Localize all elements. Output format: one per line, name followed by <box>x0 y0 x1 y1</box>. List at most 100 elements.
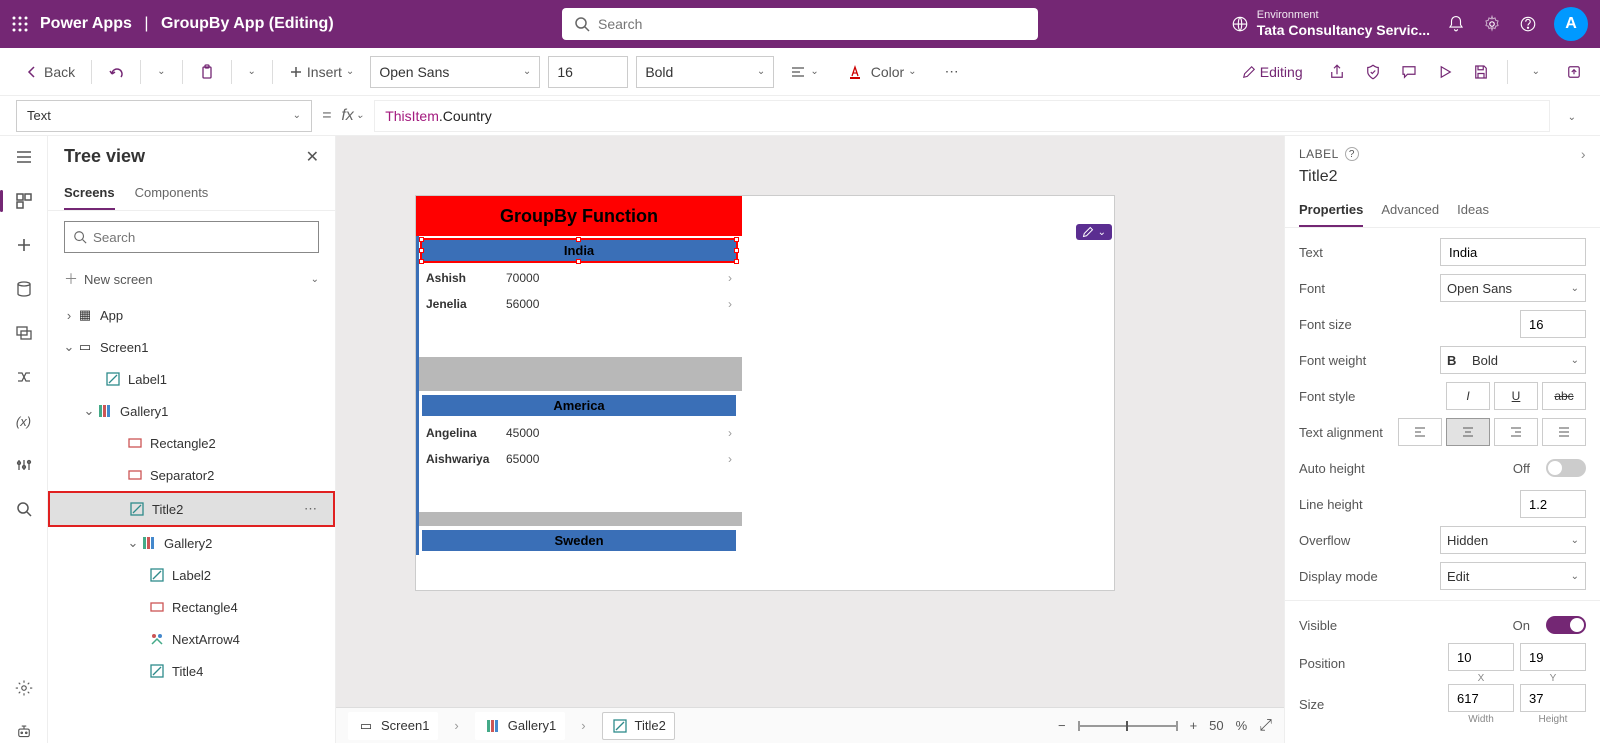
tree-search-input[interactable] <box>93 230 310 245</box>
info-icon[interactable]: ? <box>1345 147 1359 161</box>
variables-rail-icon[interactable]: (x) <box>13 410 35 432</box>
undo-more[interactable]: ⌄ <box>149 62 173 81</box>
prop-text-input[interactable] <box>1440 238 1586 266</box>
expand-panel-icon[interactable]: › <box>1581 146 1586 162</box>
property-dropdown[interactable]: Text ⌄ <box>16 100 312 132</box>
tab-screens[interactable]: Screens <box>64 177 115 210</box>
overflow-menu[interactable]: ⋯ <box>937 59 967 84</box>
tree-item-app[interactable]: ›▦App <box>48 299 335 331</box>
back-button[interactable]: Back <box>16 60 83 84</box>
insert-rail-icon[interactable] <box>13 234 35 256</box>
notifications-icon[interactable] <box>1446 14 1466 34</box>
zoom-slider[interactable] <box>1078 725 1178 727</box>
global-search-input[interactable] <box>598 16 1026 32</box>
tree-view-icon[interactable] <box>13 190 35 212</box>
paste-button[interactable] <box>191 60 223 84</box>
tab-ideas[interactable]: Ideas <box>1457 194 1489 227</box>
tab-advanced[interactable]: Advanced <box>1381 194 1439 227</box>
prop-displaymode-select[interactable]: Edit⌄ <box>1440 562 1586 590</box>
prop-overflow-select[interactable]: Hidden⌄ <box>1440 526 1586 554</box>
align-center-button[interactable] <box>1446 418 1490 446</box>
zoom-out[interactable]: − <box>1058 718 1066 733</box>
prop-visible-toggle[interactable] <box>1546 616 1586 634</box>
tree-item-title2[interactable]: Title2⋯ <box>50 493 333 525</box>
italic-button[interactable]: I <box>1446 382 1490 410</box>
group-title-india[interactable]: India <box>422 240 736 261</box>
media-rail-icon[interactable] <box>13 322 35 344</box>
tree-item-gallery1[interactable]: ⌄Gallery1 <box>48 395 335 427</box>
tab-properties[interactable]: Properties <box>1299 194 1363 227</box>
list-item[interactable]: Aishwariya65000› <box>416 446 742 472</box>
save-more[interactable]: ⌄ <box>1524 62 1548 81</box>
breadcrumb-screen1[interactable]: ▭Screen1 <box>348 712 438 740</box>
formula-expand[interactable]: ⌄ <box>1560 108 1584 123</box>
close-panel-button[interactable]: ✕ <box>306 147 319 167</box>
text-color-button[interactable]: Color⌄ <box>839 60 925 84</box>
chevron-right-icon[interactable]: › <box>728 452 732 466</box>
tree-item-rectangle2[interactable]: Rectangle2 <box>48 427 335 459</box>
global-search[interactable] <box>562 8 1038 40</box>
zoom-in[interactable]: + <box>1190 718 1198 733</box>
align-justify-button[interactable] <box>1542 418 1586 446</box>
undo-button[interactable] <box>100 60 132 84</box>
flows-rail-icon[interactable] <box>13 366 35 388</box>
new-screen-button[interactable]: ＋ New screen ⌄ <box>48 263 335 299</box>
font-family-select[interactable]: Open Sans⌄ <box>370 56 540 88</box>
tree-search[interactable] <box>64 221 319 253</box>
settings-rail-icon[interactable] <box>13 677 35 699</box>
strike-button[interactable]: abc <box>1542 382 1586 410</box>
share-button[interactable] <box>1327 62 1347 82</box>
breadcrumb-title2[interactable]: Title2 <box>602 712 675 740</box>
underline-button[interactable]: U <box>1494 382 1538 410</box>
settings-icon[interactable] <box>1482 14 1502 34</box>
app-surface[interactable]: GroupBy Function ⌄ India <box>416 196 742 590</box>
prop-autoheight-toggle[interactable] <box>1546 459 1586 477</box>
paste-more[interactable]: ⌄ <box>240 62 264 81</box>
align-left-button[interactable] <box>1398 418 1442 446</box>
app-checker-button[interactable] <box>1363 62 1383 82</box>
tree-item-separator2[interactable]: Separator2 <box>48 459 335 491</box>
preview-button[interactable] <box>1435 62 1455 82</box>
tree-item-nextarrow4[interactable]: NextArrow4 <box>48 623 335 655</box>
tree-item-title4[interactable]: Title4 <box>48 655 335 687</box>
tree-item-label1[interactable]: Label1 <box>48 363 335 395</box>
search-rail-icon[interactable] <box>13 498 35 520</box>
comments-button[interactable] <box>1399 62 1419 82</box>
align-menu[interactable]: ⌄ <box>782 60 826 84</box>
chevron-right-icon[interactable]: › <box>728 297 732 311</box>
tree-item-screen1[interactable]: ⌄▭Screen1 <box>48 331 335 363</box>
prop-fontweight-select[interactable]: B Bold⌄ <box>1440 346 1586 374</box>
gallery-edit-badge[interactable]: ⌄ <box>1076 224 1112 240</box>
list-item[interactable]: Ashish70000› <box>416 265 742 291</box>
fx-indicator[interactable]: fx⌄ <box>341 107 364 125</box>
prop-font-select[interactable]: Open Sans⌄ <box>1440 274 1586 302</box>
data-rail-icon[interactable] <box>13 278 35 300</box>
tree-item-more[interactable]: ⋯ <box>300 501 323 517</box>
font-weight-select[interactable]: Bold⌄ <box>636 56 774 88</box>
environment-picker[interactable]: Environment Tata Consultancy Servic... <box>1231 9 1430 39</box>
list-item[interactable]: Jenelia56000› <box>416 291 742 317</box>
breadcrumb-gallery1[interactable]: Gallery1 <box>475 712 565 740</box>
editing-mode-button[interactable]: Editing <box>1234 60 1311 84</box>
chevron-right-icon[interactable]: › <box>728 271 732 285</box>
virtual-agent-icon[interactable] <box>13 721 35 743</box>
prop-y-input[interactable] <box>1520 643 1586 671</box>
publish-button[interactable] <box>1564 62 1584 82</box>
tab-components[interactable]: Components <box>135 177 209 210</box>
insert-button[interactable]: Insert ⌄ <box>281 60 362 84</box>
chevron-right-icon[interactable]: › <box>728 426 732 440</box>
tree-item-rectangle4[interactable]: Rectangle4 <box>48 591 335 623</box>
prop-lineheight-input[interactable] <box>1520 490 1586 518</box>
prop-height-input[interactable] <box>1520 684 1586 712</box>
prop-fontsize-input[interactable] <box>1520 310 1586 338</box>
hamburger-icon[interactable] <box>13 146 35 168</box>
list-item[interactable]: Angelina45000› <box>416 420 742 446</box>
help-icon[interactable] <box>1518 14 1538 34</box>
formula-input[interactable]: ThisItem.Country <box>374 100 1549 132</box>
group-title-america[interactable]: America <box>422 395 736 416</box>
prop-x-input[interactable] <box>1448 643 1514 671</box>
align-right-button[interactable] <box>1494 418 1538 446</box>
fit-to-window-icon[interactable]: ⤢ <box>1259 717 1272 735</box>
app-launcher-icon[interactable] <box>12 16 28 32</box>
font-size-select[interactable]: 16 <box>548 56 628 88</box>
